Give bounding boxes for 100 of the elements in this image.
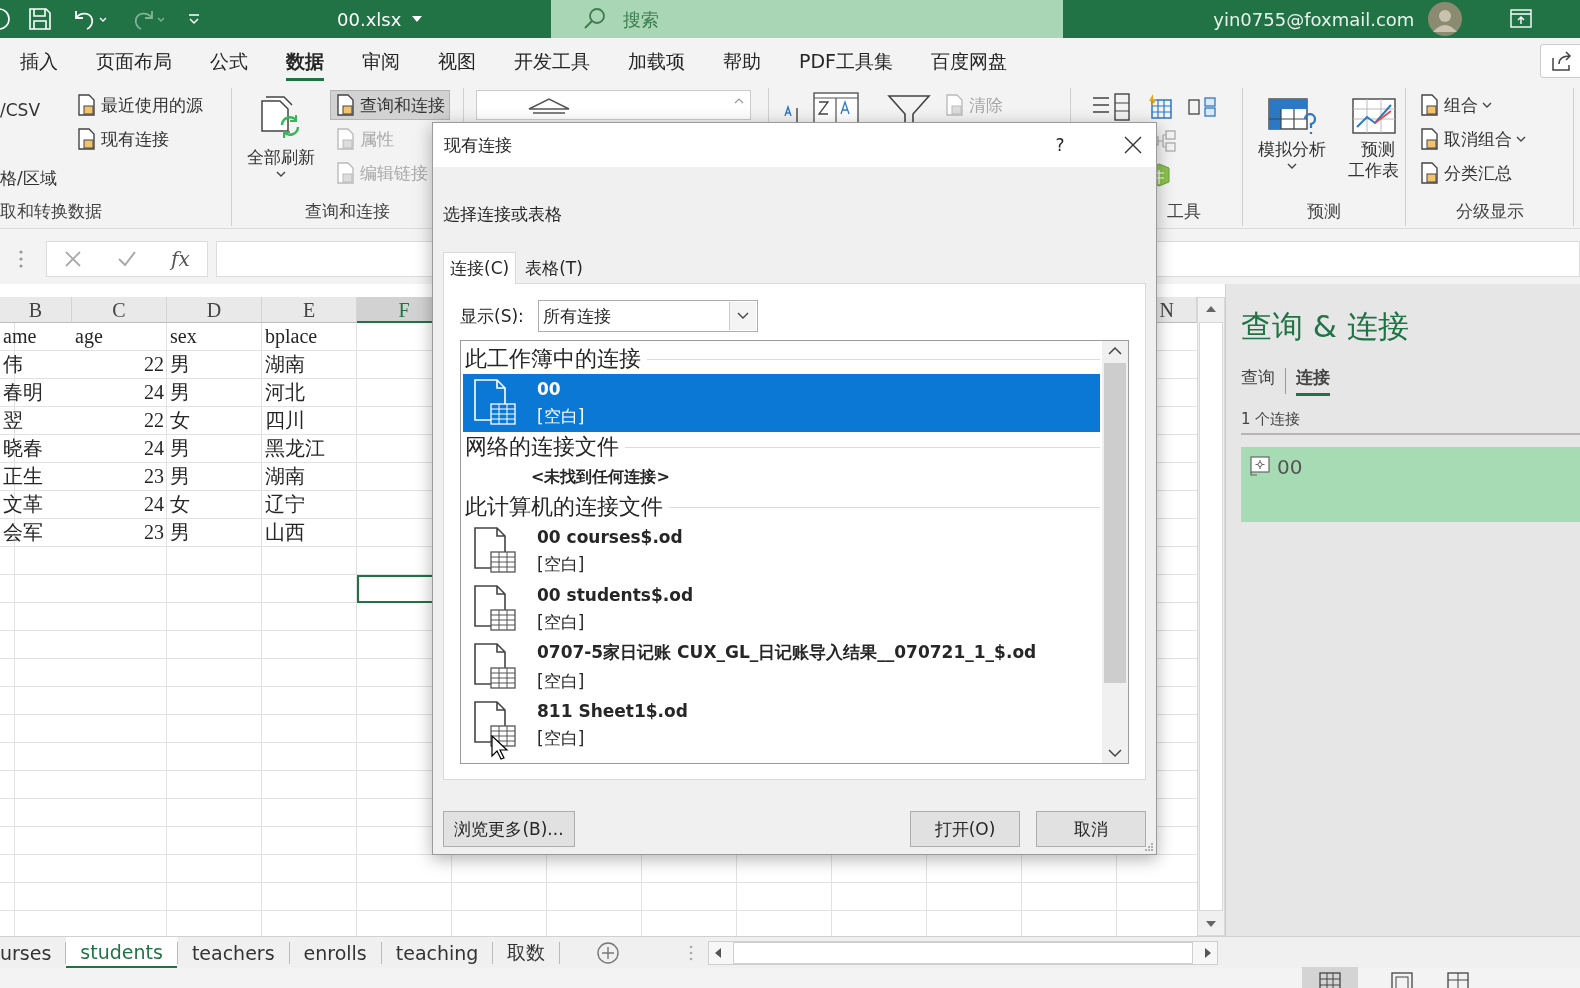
table-file-icon — [471, 378, 517, 428]
flash-fill-icon[interactable] — [1147, 94, 1173, 120]
share-button[interactable] — [1540, 44, 1580, 78]
section-heading: 网络的连接文件 — [465, 433, 619, 461]
group-label: 工具 — [1167, 199, 1201, 223]
table-cell-text: bplace — [264, 324, 319, 350]
help-button[interactable]: ? — [1040, 135, 1080, 155]
table-cell-text: sex — [169, 324, 198, 349]
document-icon — [944, 93, 966, 117]
connection-name: 00 courses$.od — [537, 526, 683, 547]
ribbon-button[interactable]: 模拟分析 — [1251, 90, 1333, 176]
dialog-prompt: 选择连接或表格 — [443, 203, 563, 226]
more-icon[interactable] — [18, 248, 24, 269]
dialog-button[interactable]: 浏览更多(B)... — [443, 811, 575, 847]
ribbon-button[interactable]: 最近使用的源 — [70, 90, 208, 120]
file-name-button[interactable]: 00.xlsx — [337, 8, 424, 30]
ribbon-button[interactable]: 现有连接 — [70, 124, 208, 154]
pane-tab[interactable]: 连接 — [1296, 366, 1330, 396]
sort-dialog-icon[interactable] — [813, 92, 859, 124]
table-cell-text: 翌 — [2, 408, 24, 433]
table-cell-text: 黑龙江 — [264, 436, 326, 461]
document-icon — [1419, 127, 1441, 151]
table-cell-text: 伟 — [2, 352, 24, 377]
insert-function-button[interactable]: fx — [171, 246, 190, 271]
ribbon-button[interactable]: 分类汇总 — [1414, 158, 1532, 188]
sheet-tab[interactable]: urses — [0, 937, 66, 968]
connection-list-item[interactable]: 00 students$.od [空白] — [463, 580, 1100, 638]
show-dropdown[interactable]: 所有连接 — [537, 300, 758, 332]
sheet-tab[interactable]: 取数 — [493, 937, 560, 968]
list-scrollbar[interactable] — [1102, 341, 1128, 763]
table-cell-text: 男 — [169, 436, 191, 461]
connection-description: [空白] — [537, 610, 586, 634]
table-cell-text: 23 — [143, 520, 165, 545]
dialog-button[interactable]: 取消 — [1036, 811, 1146, 847]
connection-list-item[interactable]: 00 courses$.od [空白] — [463, 522, 1100, 580]
filter-icon[interactable] — [887, 94, 931, 124]
ribbon-tab[interactable]: 帮助 — [723, 41, 761, 81]
column-header[interactable]: D — [167, 297, 262, 323]
sheet-tab[interactable]: enrolls — [289, 937, 381, 968]
dialog-tab[interactable]: 连接(C) — [443, 252, 517, 284]
ribbon-button[interactable]: 格/区域 — [0, 164, 57, 192]
group-label: 预测 — [1307, 199, 1341, 223]
avatar[interactable] — [1428, 2, 1463, 36]
document-icon — [75, 93, 98, 117]
ribbon-button[interactable]: 组合 — [1414, 90, 1532, 120]
ribbon-button[interactable]: 查询和连接 — [330, 90, 450, 120]
connection-name: 00 students$.od — [537, 584, 694, 605]
pane-tab[interactable]: 查询 — [1241, 366, 1275, 396]
column-header[interactable]: C — [72, 297, 167, 323]
ribbon-button[interactable]: 取消组合 — [1414, 124, 1532, 154]
close-icon — [1124, 136, 1142, 154]
ribbon-display-icon[interactable] — [1510, 9, 1533, 29]
customize-icon[interactable] — [186, 11, 202, 27]
ribbon-tab[interactable]: 审阅 — [362, 41, 400, 81]
add-sheet-icon[interactable] — [596, 940, 621, 965]
normal-view-icon[interactable] — [1302, 967, 1358, 988]
table-cell-text: 男 — [169, 520, 191, 545]
ribbon-tab[interactable]: 百度网盘 — [931, 41, 1008, 81]
account-name[interactable]: yin0755@foxmail.com — [1213, 8, 1415, 30]
sheet-tab[interactable]: teachers — [177, 937, 289, 968]
splitter-icon[interactable] — [688, 943, 695, 962]
sheet-tab[interactable]: students — [66, 937, 177, 968]
column-header[interactable]: B — [0, 297, 72, 323]
cancel-icon[interactable] — [64, 249, 83, 268]
ribbon-tab[interactable]: 开发工具 — [514, 41, 590, 81]
ribbon-tab[interactable]: PDF工具集 — [799, 41, 894, 81]
connection-name: 00 — [537, 378, 562, 399]
ribbon-button[interactable]: /CSV — [0, 96, 57, 124]
ribbon-button[interactable]: 全部刷新 — [240, 90, 322, 184]
connection-list-item[interactable]: 00 [空白] — [463, 374, 1100, 432]
consolidate-icon[interactable] — [1187, 95, 1217, 119]
section-heading: 此计算机的连接文件 — [465, 493, 663, 521]
ribbon-tab[interactable]: 插入 — [20, 41, 58, 81]
document-icon — [335, 161, 357, 185]
dialog-tab[interactable]: 表格(T) — [518, 252, 590, 284]
check-icon[interactable] — [116, 249, 137, 268]
group-label: 取和转换数据 — [0, 199, 102, 223]
column-header[interactable]: E — [262, 297, 357, 323]
ribbon-tab[interactable]: 公式 — [210, 41, 248, 81]
table-cell-text: age — [74, 324, 104, 350]
data-types-gallery[interactable] — [476, 90, 751, 120]
table-cell-text: 山西 — [264, 520, 306, 545]
ribbon-tab[interactable]: 加载项 — [628, 41, 685, 81]
ribbon-tab[interactable]: 页面布局 — [96, 41, 172, 81]
connection-list-item[interactable]: 0707-5家日记账 CUX_GL_日记账导入结果__070721_1_$.od [空白] — [463, 638, 1100, 696]
sheet-tab[interactable]: teaching — [381, 937, 493, 968]
connection-name: 811 Sheet1$.od — [537, 700, 688, 721]
document-icon — [335, 127, 357, 151]
ribbon-button[interactable]: 预测工作表 — [1341, 90, 1406, 187]
save-icon[interactable] — [28, 7, 52, 31]
resize-grip-icon[interactable] — [1144, 842, 1154, 852]
search-field[interactable]: 搜索 — [551, 0, 1064, 38]
ribbon-tab[interactable]: 数据 — [286, 41, 324, 81]
table-cell-text: 河北 — [264, 380, 306, 405]
horizontal-scrollbar[interactable] — [708, 940, 1219, 965]
table-cell-text: 文革 — [2, 492, 44, 517]
dialog-button[interactable]: 打开(O) — [910, 811, 1020, 847]
connection-item[interactable]: 00 — [1241, 447, 1580, 522]
vertical-scrollbar[interactable] — [1197, 297, 1225, 936]
ribbon-tab[interactable]: 视图 — [438, 41, 476, 81]
